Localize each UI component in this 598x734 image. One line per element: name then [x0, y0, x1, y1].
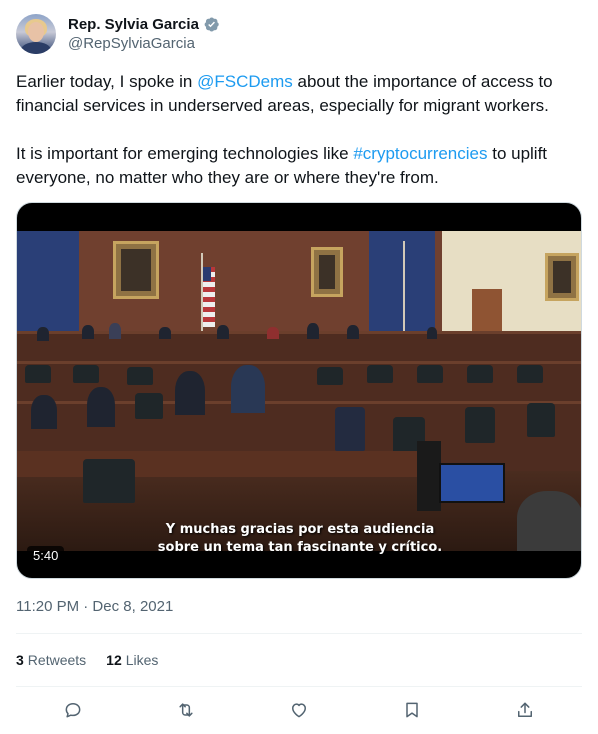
reply-icon [65, 703, 81, 718]
handle[interactable]: @RepSylviaGarcia [68, 34, 220, 54]
video-frame [17, 231, 581, 551]
retweet-icon [179, 703, 193, 717]
hashtag-link[interactable]: #cryptocurrencies [353, 144, 487, 163]
bookmark-button[interactable] [395, 696, 429, 724]
text-segment: Earlier today, I spoke in [16, 72, 198, 91]
mention-link[interactable]: @FSCDems [197, 72, 293, 91]
retweets-stat[interactable]: 3 Retweets [16, 652, 86, 668]
retweet-button[interactable] [169, 696, 203, 724]
tweet-text: Earlier today, I spoke in @FSCDems about… [16, 70, 582, 190]
subtitle-line-2: sobre un tema tan fascinante y crítico. [157, 540, 443, 555]
video-player[interactable]: Y muchas gracias por esta audiencia sobr… [16, 202, 582, 579]
likes-stat[interactable]: 12 Likes [106, 652, 158, 668]
tweet-header: Rep. Sylvia Garcia @RepSylviaGarcia [16, 12, 220, 56]
share-icon [518, 702, 533, 717]
tweet-paragraph-2: It is important for emerging technologie… [16, 142, 582, 190]
divider [16, 686, 582, 687]
like-icon [291, 703, 306, 718]
tweet-card: Rep. Sylvia Garcia @RepSylviaGarcia Earl… [0, 0, 598, 734]
likes-count: 12 [106, 652, 122, 668]
divider [16, 633, 582, 634]
display-name[interactable]: Rep. Sylvia Garcia [68, 16, 199, 33]
tweet-timestamp[interactable]: 11:20 PM · Dec 8, 2021 [16, 597, 173, 617]
like-button[interactable] [282, 696, 316, 724]
avatar[interactable] [16, 14, 56, 54]
name-row: Rep. Sylvia Garcia [68, 14, 220, 34]
reply-button[interactable] [56, 696, 90, 724]
verified-badge-icon [203, 16, 220, 33]
share-button[interactable] [508, 696, 542, 724]
retweets-label: Retweets [27, 652, 87, 668]
bookmark-icon [406, 702, 418, 718]
author-info: Rep. Sylvia Garcia @RepSylviaGarcia [68, 14, 220, 54]
video-duration-badge: 5:40 [27, 546, 65, 566]
tweet-paragraph-1: Earlier today, I spoke in @FSCDems about… [16, 70, 582, 118]
video-subtitle: Y muchas gracias por esta audiencia sobr… [17, 521, 581, 557]
subtitle-line-1: Y muchas gracias por esta audiencia [165, 522, 435, 537]
retweets-count: 3 [16, 652, 24, 668]
likes-label: Likes [125, 652, 159, 668]
action-bar [16, 696, 582, 724]
text-segment: It is important for emerging technologie… [16, 144, 354, 163]
engagement-stats: 3 Retweets 12 Likes [16, 648, 178, 672]
